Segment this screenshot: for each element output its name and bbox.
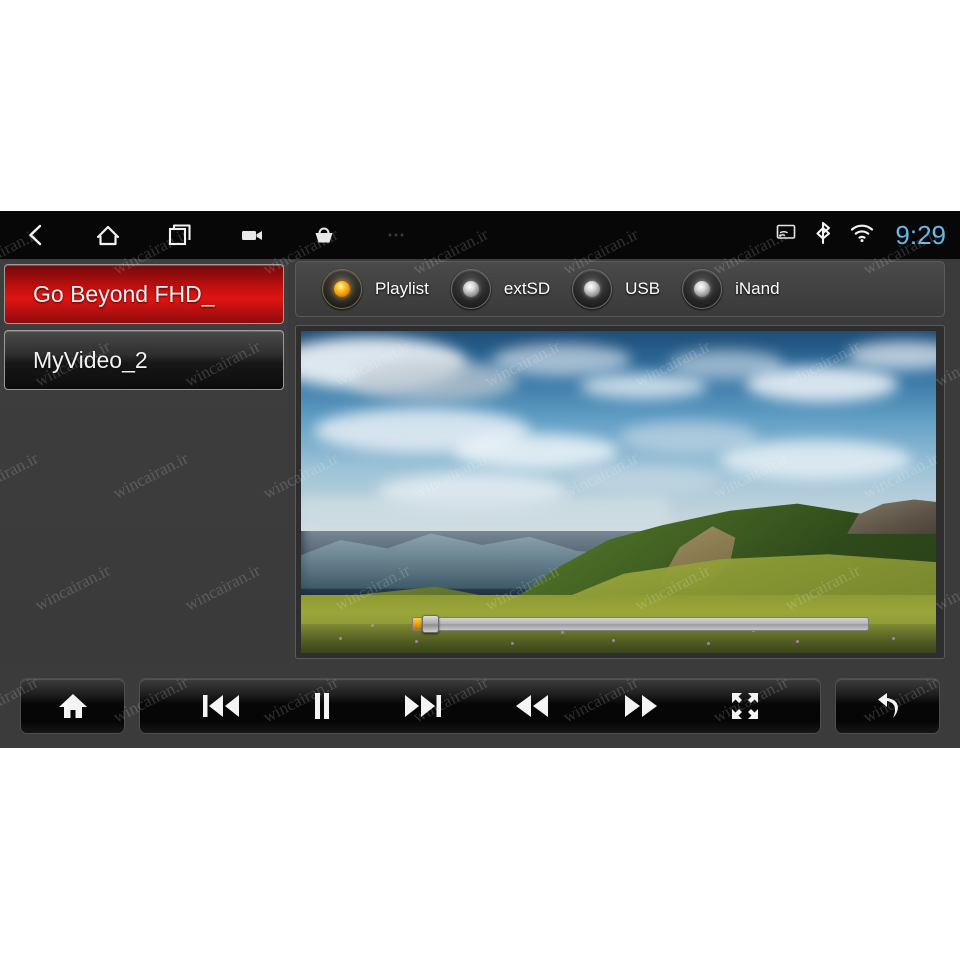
source-selector-bar: Playlist extSD USB iNand [295,261,945,317]
source-label: Playlist [375,279,429,298]
watermark-text: wincairan.ir [109,0,192,55]
watermark-text: wincairan.ir [781,784,864,839]
radio-knob-extsd[interactable] [450,269,491,309]
source-option-usb[interactable]: USB [572,269,660,309]
list-item[interactable]: Go Beyond FHD_ [4,264,284,324]
watermark-text: wincairan.ir [481,112,564,167]
android-status-bar: 9:29 [0,211,960,259]
previous-track-button[interactable] [166,679,275,733]
player-panel: Playlist extSD USB iNand [295,259,945,659]
watermark-text: wincairan.ir [931,784,960,839]
video-frame [295,325,945,659]
rewind-button[interactable] [477,679,586,733]
watermark-text: wincairan.ir [31,784,114,839]
home-button-group [20,678,125,734]
radio-knob-playlist[interactable] [322,269,362,309]
recents-icon[interactable] [144,211,216,259]
home-icon[interactable] [72,211,144,259]
video-camera-icon[interactable] [216,211,288,259]
radio-knob-usb[interactable] [572,269,613,309]
car-headunit-screen: 9:29 Go Beyond FHD_ MyVideo_2 Playlist e… [0,211,960,748]
radio-knob-inand[interactable] [682,269,723,309]
navigation-bar [0,211,432,259]
player-control-bar [0,664,960,748]
watermark-text: wincairan.ir [0,0,42,55]
watermark-text: wincairan.ir [859,896,942,951]
bluetooth-icon[interactable] [813,221,833,250]
source-option-playlist[interactable]: Playlist [322,269,429,309]
main-content: Go Beyond FHD_ MyVideo_2 Playlist extSD … [0,259,960,664]
wifi-icon[interactable] [849,222,875,248]
seek-thumb[interactable] [422,615,440,633]
watermark-text: wincairan.ir [859,0,942,55]
seek-track[interactable] [412,617,870,631]
source-option-extsd[interactable]: extSD [450,269,551,309]
watermark-text: wincairan.ir [631,112,714,167]
watermark-text: wincairan.ir [709,0,792,55]
page-root: 9:29 Go Beyond FHD_ MyVideo_2 Playlist e… [0,0,960,960]
playlist-sidebar: Go Beyond FHD_ MyVideo_2 [0,259,288,664]
watermark-text: wincairan.ir [259,0,342,55]
system-icons: 9:29 [775,211,946,259]
basket-icon[interactable] [288,211,360,259]
back-icon[interactable] [0,211,72,259]
watermark-text: wincairan.ir [631,784,714,839]
return-button[interactable] [836,679,939,733]
watermark-text: wincairan.ir [259,896,342,951]
watermark-text: wincairan.ir [0,896,42,951]
video-surface[interactable] [301,331,936,653]
watermark-text: wincairan.ir [559,0,642,55]
overflow-menu-icon[interactable] [360,211,432,259]
playlist-item-label: Go Beyond FHD_ [33,280,215,307]
watermark-text: wincairan.ir [109,896,192,951]
watermark-text: wincairan.ir [409,896,492,951]
watermark-text: wincairan.ir [481,784,564,839]
watermark-text: wincairan.ir [181,112,264,167]
seek-bar[interactable] [412,615,870,633]
source-label: extSD [503,279,551,298]
list-item[interactable]: MyVideo_2 [4,330,284,390]
watermark-text: wincairan.ir [181,784,264,839]
watermark-text: wincairan.ir [331,784,414,839]
status-clock: 9:29 [895,220,946,250]
watermark-text: wincairan.ir [409,0,492,55]
watermark-text: wincairan.ir [931,112,960,167]
source-label: USB [625,279,661,298]
watermark-text: wincairan.ir [709,896,792,951]
source-option-inand[interactable]: iNand [682,269,780,309]
source-label: iNand [735,279,780,298]
watermark-text: wincairan.ir [781,112,864,167]
fast-forward-button[interactable] [586,679,695,733]
return-button-group [835,678,940,734]
watermark-text: wincairan.ir [31,112,114,167]
pause-button[interactable] [275,679,368,733]
home-button[interactable] [21,679,124,733]
watermark-text: wincairan.ir [331,112,414,167]
fullscreen-button[interactable] [695,679,794,733]
playlist-item-label: MyVideo_2 [33,346,148,373]
transport-button-group [139,678,821,734]
next-track-button[interactable] [368,679,477,733]
watermark-text: wincairan.ir [559,896,642,951]
cast-icon[interactable] [775,223,797,248]
